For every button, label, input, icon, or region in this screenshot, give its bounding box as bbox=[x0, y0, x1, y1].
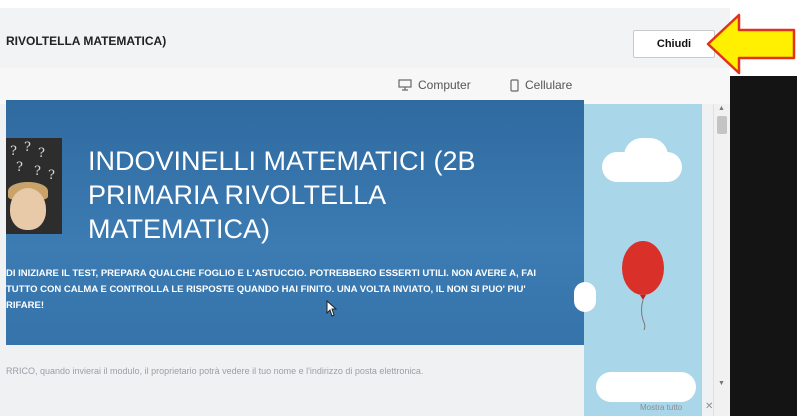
screen: RIVOLTELLA MATEMATICA) Chiudi Computer C… bbox=[0, 0, 797, 416]
mobile-view-option[interactable]: Cellulare bbox=[510, 78, 572, 92]
screen-bezel bbox=[730, 76, 797, 416]
mobile-phone-icon bbox=[510, 78, 519, 92]
computer-view-label: Computer bbox=[418, 78, 471, 92]
scroll-thumb[interactable] bbox=[717, 116, 727, 134]
close-icon[interactable]: ✕ bbox=[705, 401, 713, 412]
preview-scrollbar[interactable]: ▲ ▼ bbox=[713, 104, 731, 416]
top-bar: RIVOLTELLA MATEMATICA) Chiudi bbox=[0, 8, 730, 69]
device-toggle-bar: Computer Cellulare bbox=[0, 68, 730, 104]
show-all-link[interactable]: Mostra tutto bbox=[640, 403, 682, 412]
computer-icon bbox=[398, 79, 412, 91]
close-button[interactable]: Chiudi bbox=[633, 30, 715, 58]
scroll-down-icon[interactable]: ▼ bbox=[718, 380, 725, 387]
arrow-left-icon bbox=[706, 13, 796, 75]
computer-view-option[interactable]: Computer bbox=[398, 78, 471, 92]
mobile-view-label: Cellulare bbox=[525, 78, 573, 92]
window-title: RIVOLTELLA MATEMATICA) bbox=[6, 34, 167, 48]
theme-decoration bbox=[574, 104, 702, 416]
balloon-icon bbox=[622, 241, 664, 330]
privacy-note: RRICO, quando invierai il modulo, il pro… bbox=[6, 366, 424, 376]
scroll-up-icon[interactable]: ▲ bbox=[718, 105, 725, 112]
header-image: ? ? ? ? ? ? bbox=[6, 138, 62, 234]
form-description: DI INIZIARE IL TEST, PREPARA QUALCHE FOG… bbox=[6, 268, 537, 311]
form-title: INDOVINELLI MATEMATICI (2B PRIMARIA RIVO… bbox=[88, 146, 476, 244]
arrow-pointer-icon bbox=[326, 300, 338, 317]
